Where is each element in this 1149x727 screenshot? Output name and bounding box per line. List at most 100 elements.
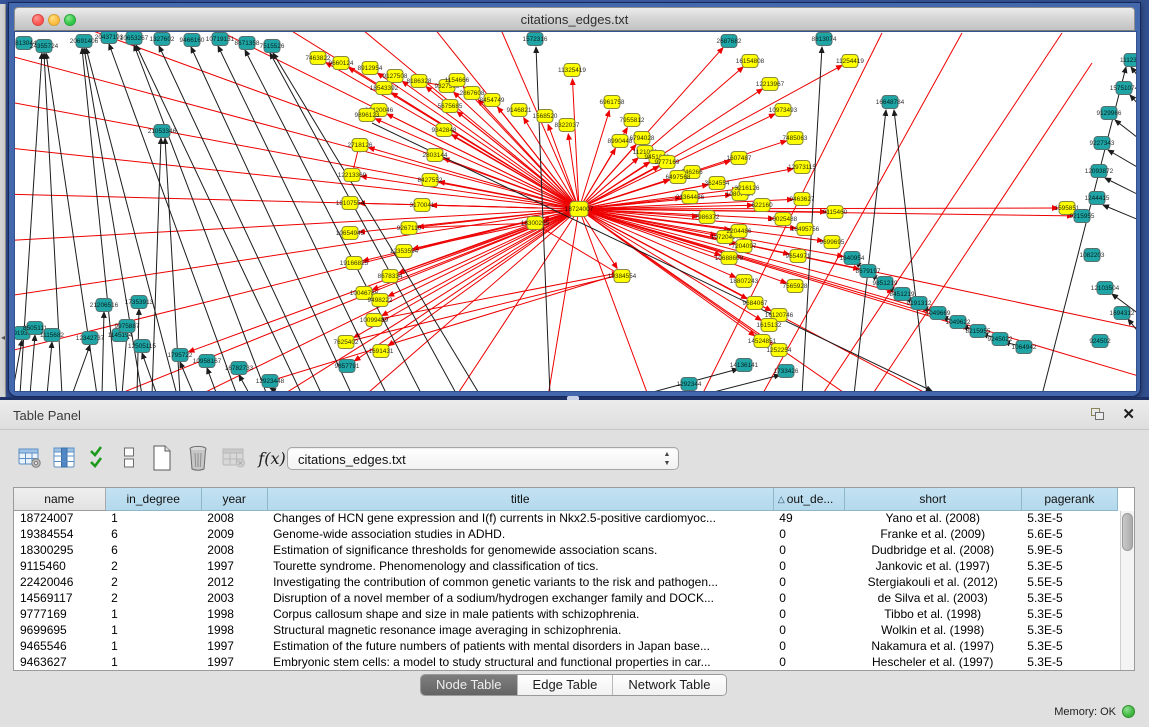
graph-node[interactable]: 9463627: [790, 193, 815, 206]
graph-node[interactable]: 10958167: [193, 355, 222, 368]
graph-node[interactable]: 1795722: [168, 349, 193, 362]
graph-node[interactable]: 2687682: [717, 35, 742, 48]
graph-node[interactable]: 10719131: [206, 33, 235, 46]
west-panel-collapse-handle[interactable]: ◂: [0, 332, 6, 344]
column-header-name[interactable]: name: [14, 488, 105, 510]
graph-node[interactable]: 1572316: [523, 33, 548, 46]
delete-column-icon[interactable]: [184, 443, 212, 473]
graph-node[interactable]: 9127508: [383, 70, 408, 83]
graph-node[interactable]: 1640954: [840, 252, 865, 265]
graph-node[interactable]: 16154808: [736, 55, 765, 68]
graph-node[interactable]: 9129966: [1097, 107, 1122, 120]
function-builder-icon[interactable]: f(x): [256, 443, 288, 473]
graph-node[interactable]: 8912954: [358, 62, 383, 75]
column-header-out_de[interactable]: △out_de...: [773, 488, 844, 510]
memory-status[interactable]: Memory: OK: [1054, 705, 1135, 718]
table-row[interactable]: 1872400712008Changes of HCN gene express…: [14, 510, 1118, 526]
graph-node[interactable]: 16648784: [876, 96, 905, 109]
graph-node[interactable]: 15751074: [1110, 82, 1137, 95]
tab-edge-table[interactable]: Edge Table: [517, 675, 613, 695]
graph-node[interactable]: 2718126: [348, 139, 373, 152]
close-icon[interactable]: ✕: [1122, 405, 1135, 423]
graph-node[interactable]: 3624554: [705, 177, 730, 190]
vertical-scrollbar[interactable]: [1120, 511, 1134, 671]
graph-node[interactable]: 12093872: [1085, 165, 1114, 178]
table-row[interactable]: 1830029562008Estimation of significance …: [14, 542, 1118, 558]
graph-node[interactable]: 9699695: [820, 236, 845, 249]
graph-node[interactable]: 3170041: [410, 199, 435, 212]
table-selector-dropdown[interactable]: citations_edges.txt ▲▼: [287, 447, 679, 470]
network-view-canvas[interactable]: 1830029519384554161548081221396710973493…: [14, 31, 1137, 392]
graph-node[interactable]: 8813074: [812, 33, 837, 46]
graph-node[interactable]: 924502: [1089, 335, 1111, 348]
graph-node[interactable]: 7565928: [783, 280, 808, 293]
graph-node[interactable]: 12103504: [1091, 282, 1120, 295]
graph-node[interactable]: 9654971: [786, 250, 811, 263]
graph-node[interactable]: 7625402: [334, 336, 359, 349]
graph-node[interactable]: 12505115: [128, 340, 156, 353]
column-header-short[interactable]: short: [844, 488, 1021, 510]
table-row[interactable]: 969969511998Structural magnetic resonanc…: [14, 622, 1118, 638]
graph-node[interactable]: 8322037: [555, 119, 580, 132]
graph-node[interactable]: 11254419: [836, 55, 864, 68]
graph-node[interactable]: 1064942: [1012, 341, 1037, 354]
graph-node[interactable]: 18107554: [336, 197, 365, 210]
table-row[interactable]: 911546021997Tourette syndrome. Phenomeno…: [14, 558, 1118, 574]
graph-node[interactable]: 9227343: [1090, 137, 1115, 150]
graph-node[interactable]: 21053346: [148, 125, 177, 138]
graph-node[interactable]: 19384554: [608, 270, 637, 283]
show-column-icon[interactable]: [50, 443, 78, 473]
graph-node[interactable]: 1691431: [369, 345, 394, 358]
table-row[interactable]: 1938455462009Genome-wide association stu…: [14, 526, 1118, 542]
new-column-icon[interactable]: [148, 443, 176, 473]
citation-network-graph[interactable]: 1830029519384554161548081221396710973493…: [15, 32, 1137, 392]
graph-node[interactable]: 8679197: [856, 265, 881, 278]
graph-node[interactable]: 9857791: [335, 360, 360, 373]
graph-node[interactable]: 1244415: [1085, 192, 1110, 205]
graph-node[interactable]: 12213967: [756, 78, 785, 91]
graph-node[interactable]: 622160: [751, 199, 773, 212]
graph-node[interactable]: 1082203: [1080, 249, 1105, 262]
graph-node[interactable]: 10688609: [715, 252, 744, 265]
tab-network-table[interactable]: Network Table: [612, 675, 725, 695]
graph-node[interactable]: 5675685: [438, 100, 463, 113]
network-window-titlebar[interactable]: citations_edges.txt: [14, 7, 1135, 31]
graph-node[interactable]: 21206516: [90, 299, 119, 312]
table-row[interactable]: 946362711997Embryonic stem cells: a mode…: [14, 654, 1118, 670]
graph-node[interactable]: 6961758: [600, 96, 625, 109]
graph-node[interactable]: 8186328: [407, 75, 432, 88]
scrollbar-thumb[interactable]: [1122, 513, 1133, 551]
graph-node[interactable]: 18495756: [791, 223, 820, 236]
table-row[interactable]: 946554611997Estimation of the future num…: [14, 638, 1118, 654]
table-settings-icon[interactable]: [16, 443, 44, 473]
column-header-in_degree[interactable]: in_degree: [105, 488, 201, 510]
graph-node[interactable]: 9466160: [180, 34, 205, 47]
graph-node[interactable]: 12973115: [788, 161, 816, 174]
graph-node[interactable]: 8427552: [418, 174, 443, 187]
graph-node[interactable]: 10099489: [360, 314, 389, 327]
graph-node[interactable]: 8678334: [378, 270, 403, 283]
graph-node[interactable]: 9146821: [507, 104, 532, 117]
column-header-pagerank[interactable]: pagerank: [1021, 488, 1117, 510]
graph-node[interactable]: 1112304: [1120, 54, 1137, 67]
graph-node[interactable]: 9267110: [397, 222, 422, 235]
float-window-icon[interactable]: [1091, 408, 1105, 421]
table-row[interactable]: 1456911722003Disruption of a novel membe…: [14, 590, 1118, 606]
column-header-title[interactable]: title: [267, 488, 773, 510]
graph-node[interactable]: 8671358: [235, 37, 260, 50]
graph-node[interactable]: 7485063: [783, 132, 808, 145]
graph-node[interactable]: 1049622: [946, 316, 971, 329]
delete-table-icon[interactable]: [220, 443, 248, 473]
graph-node[interactable]: 21364486: [676, 191, 705, 204]
tab-node-table[interactable]: Node Table: [421, 675, 517, 695]
graph-node[interactable]: 17353913: [125, 296, 154, 309]
column-header-year[interactable]: year: [201, 488, 267, 510]
graph-node[interactable]: 6794028: [630, 132, 655, 145]
graph-node[interactable]: 1327602: [150, 33, 175, 46]
table-row[interactable]: 2242004622012Investigating the contribut…: [14, 574, 1118, 590]
graph-node[interactable]: 7955812: [620, 114, 645, 127]
graph-node[interactable]: 10654945: [336, 227, 365, 240]
graph-node[interactable]: 10025488: [769, 213, 798, 226]
select-all-icon[interactable]: [86, 443, 114, 473]
graph-node[interactable]: 9115460: [823, 206, 848, 219]
